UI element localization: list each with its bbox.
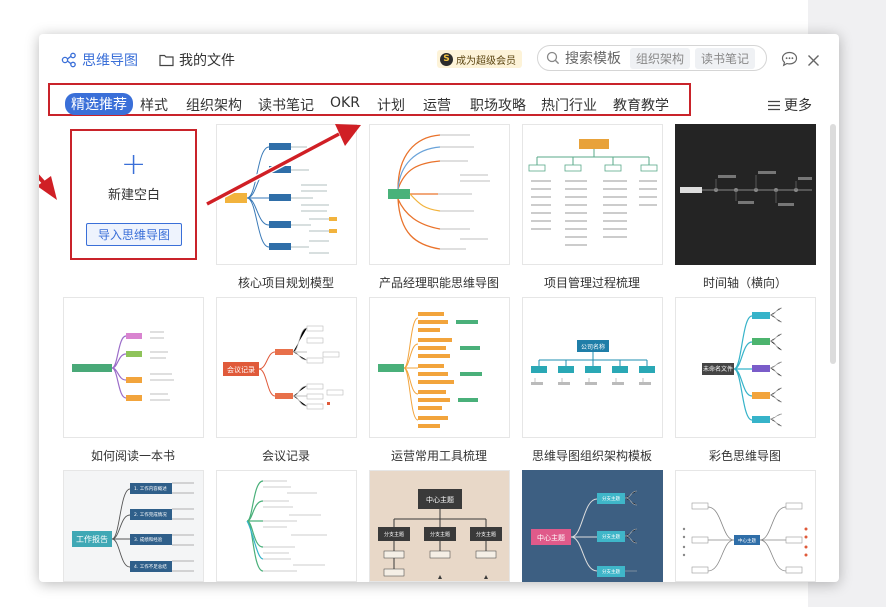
card-6-node-text: 会议记录 [227,365,255,374]
search-chip-org[interactable]: 组织架构 [630,47,691,69]
template-card-7[interactable] [369,297,510,438]
card-12-item-1: 分支主题 [384,531,404,538]
card-10-item-1: 1. 工作内容概述 [134,485,167,492]
card-14-node-text: 中心主题 [738,537,756,544]
folder-icon [159,54,174,67]
card-8-node-text: 公司名称 [581,343,605,351]
import-mindmap-button[interactable]: 导入思维导图 [86,223,182,246]
category-style[interactable]: 样式 [140,95,168,115]
card-10-item-4: 4. 工作不足总结 [134,563,167,570]
category-okr[interactable]: OKR [330,95,360,111]
card-10-item-3: 3. 成绩和经验 [134,536,163,543]
scrollbar[interactable] [830,124,836,364]
template-label-3: 项目管理过程梳理 [543,276,640,290]
template-card-2[interactable] [369,124,510,265]
category-reading-notes[interactable]: 读书笔记 [258,95,314,115]
category-education[interactable]: 教育教学 [613,95,669,115]
template-card-1[interactable] [216,124,357,265]
vip-label: 成为超级会员 [456,55,516,67]
category-industry[interactable]: 热门行业 [541,95,597,115]
category-org[interactable]: 组织架构 [186,95,242,115]
vip-button[interactable]: S 成为超级会员 [437,50,522,68]
new-blank-label[interactable]: 新建空白 [94,184,174,203]
card-13-item-1: 分支主题 [602,495,620,502]
template-card-14[interactable]: 中心主题 [675,470,816,582]
template-card-10[interactable]: 工作报告 1. 工作内容概述 2. 工作完成情况 3. 成绩和经验 4. 工作不… [63,470,204,582]
card-12-item-3: 分支主题 [476,531,496,538]
template-label-5: 如何阅读一本书 [90,449,175,463]
template-card-4[interactable] [675,124,816,265]
menu-icon [768,100,780,110]
card-13-item-3: 分支主题 [602,568,620,575]
template-label-6: 会议记录 [261,449,310,463]
category-operations[interactable]: 运营 [423,95,451,115]
mindmap-icon [61,52,76,68]
card-12-node-text: 中心主题 [426,495,454,504]
close-icon[interactable] [807,52,820,71]
search-box[interactable]: 搜索模板 组织架构 读书笔记 [537,45,767,71]
template-label-7: 运营常用工具梳理 [390,449,487,463]
feedback-icon[interactable] [781,51,798,71]
category-plan[interactable]: 计划 [377,95,405,115]
card-12-item-2: 分支主题 [430,531,450,538]
template-card-13[interactable]: 中心主题 分支主题 分支主题 分支主题 [522,470,663,582]
template-card-12[interactable]: 中心主题 分支主题 分支主题 分支主题 [369,470,510,582]
card-10-node-text: 工作报告 [76,534,108,544]
card-9-node-text: 未命名文件 [703,365,733,373]
tab-my-files[interactable]: 我的文件 [159,50,235,70]
plus-icon[interactable]: + [121,150,146,180]
template-card-5[interactable] [63,297,204,438]
template-card-8[interactable]: 公司名称 [522,297,663,438]
card-10-item-2: 2. 工作完成情况 [134,511,167,518]
template-label-1: 核心项目规划模型 [237,276,334,290]
template-card-9[interactable]: 未命名文件 [675,297,816,438]
tab-my-files-label: 我的文件 [179,53,235,69]
card-13-node-text: 中心主题 [537,533,565,542]
template-label-4: 时间轴（横向） [702,276,787,290]
more-label: 更多 [784,98,812,114]
template-label-8: 思维导图组织架构模板 [531,449,652,463]
search-chip-notes[interactable]: 读书笔记 [695,47,756,69]
template-dialog: 思维导图 我的文件 S 成为超级会员 搜索模板 组织架构 读书笔记 精选推荐 样… [39,34,839,582]
template-card-6[interactable]: 会议记录 [216,297,357,438]
vip-coin-icon: S [440,52,453,66]
more-button[interactable]: 更多 [768,95,812,115]
template-label-2: 产品经理职能思维导图 [378,276,499,290]
search-placeholder[interactable]: 搜索模板 [565,48,625,68]
template-card-11[interactable] [216,470,357,582]
dialog-header: 思维导图 我的文件 S 成为超级会员 搜索模板 组织架构 读书笔记 [39,34,839,84]
red-arrow-left [39,174,57,200]
category-career[interactable]: 职场攻略 [470,95,526,115]
template-card-3[interactable] [522,124,663,265]
template-label-9: 彩色思维导图 [708,449,781,463]
category-featured[interactable]: 精选推荐 [65,93,133,115]
card-13-item-2: 分支主题 [602,533,620,540]
search-icon [546,51,560,65]
tab-mindmap-label: 思维导图 [82,53,138,69]
tab-mindmap[interactable]: 思维导图 [61,50,138,70]
